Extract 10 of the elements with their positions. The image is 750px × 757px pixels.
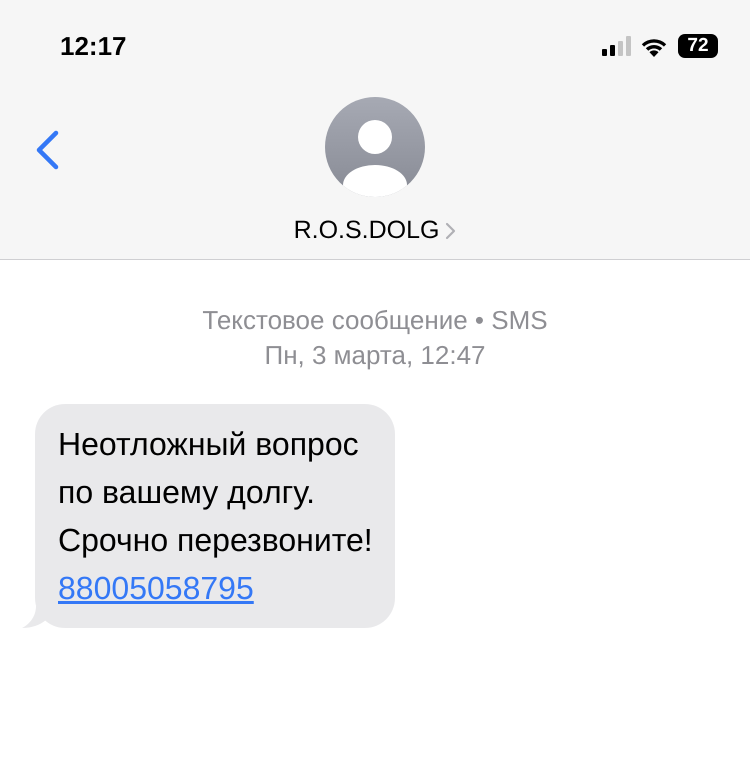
contact-name[interactable]: R.O.S.DOLG	[294, 216, 440, 245]
back-chevron-icon[interactable]	[34, 130, 60, 170]
battery-percentage: 72	[687, 35, 709, 57]
message-service-label: Текстовое сообщение • SMS	[201, 304, 549, 337]
chevron-right-icon[interactable]	[445, 222, 456, 240]
signal-icon	[602, 36, 632, 56]
message-timestamp: Пн, 3 марта, 12:47	[264, 339, 486, 372]
avatar-icon[interactable]	[325, 97, 425, 197]
status-time: 12:17	[60, 30, 126, 62]
message-text: Неотложный вопрос по вашему долгу. Срочно перезвоните!	[58, 425, 373, 560]
